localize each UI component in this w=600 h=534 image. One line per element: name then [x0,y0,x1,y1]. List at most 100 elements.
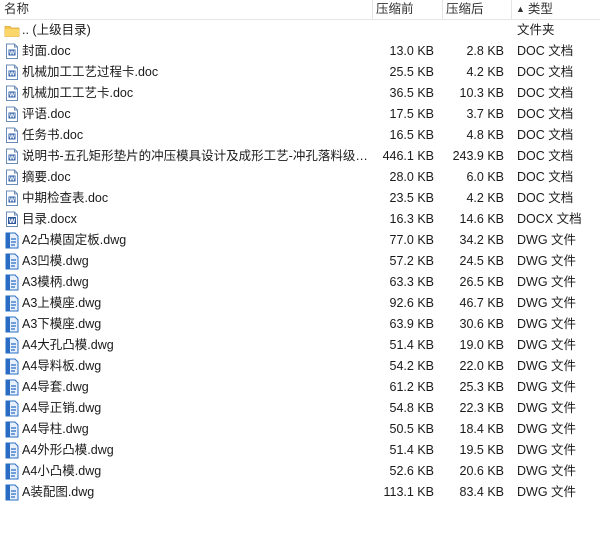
dwg-file-icon [4,419,20,440]
file-name: 说明书-五孔矩形垫片的冲压模具设计及成形工艺-冲孔落料级进... [22,149,372,163]
list-item[interactable]: W 说明书-五孔矩形垫片的冲压模具设计及成形工艺-冲孔落料级进... 446.1 K… [0,146,600,167]
compressed-size [376,20,434,41]
original-size: 19.0 KB [459,338,504,352]
file-type: DWG 文件 [517,296,577,310]
file-type: DWG 文件 [517,464,577,478]
file-type: DOC 文档 [517,149,574,163]
file-name: A装配图.dwg [22,485,95,499]
column-header-compressed[interactable]: 压缩前 [376,0,414,19]
list-item[interactable]: W 机械加工工艺过程卡.doc 25.5 KB 4.2 KB DOC 文档 [0,62,600,83]
list-item[interactable]: W 封面.doc 13.0 KB 2.8 KB DOC 文档 [0,41,600,62]
list-item[interactable]: W 摘要.doc 28.0 KB 6.0 KB DOC 文档 [0,167,600,188]
file-name: 摘要.doc [22,170,71,184]
file-type: DWG 文件 [517,422,577,436]
list-item[interactable]: A4导料板.dwg 54.2 KB 22.0 KB DWG 文件 [0,356,600,377]
dwg-file-icon [4,335,20,356]
file-name: 评语.doc [22,107,71,121]
compressed-size: 36.5 KB [389,86,434,100]
list-item[interactable]: A4导套.dwg 61.2 KB 25.3 KB DWG 文件 [0,377,600,398]
folder-icon [4,20,20,41]
list-item[interactable]: A2凸模固定板.dwg 77.0 KB 34.2 KB DWG 文件 [0,230,600,251]
list-item[interactable]: A装配图.dwg 113.1 KB 83.4 KB DWG 文件 [0,482,600,503]
file-type: DWG 文件 [517,275,577,289]
original-size: 243.9 KB [452,149,504,163]
file-name: A4导料板.dwg [22,359,102,373]
file-type: DOC 文档 [517,191,574,205]
column-header-original[interactable]: 压缩后 [446,0,484,19]
file-type: DOC 文档 [517,128,574,142]
file-type: DOC 文档 [517,65,574,79]
file-type: DWG 文件 [517,443,577,457]
doc-file-icon: W [4,188,20,209]
svg-text:W: W [9,198,15,204]
dwg-file-icon [4,377,20,398]
column-divider[interactable] [511,0,512,19]
file-type: DWG 文件 [517,317,577,331]
doc-file-icon: W [4,167,20,188]
compressed-size: 113.1 KB [383,485,434,499]
column-divider[interactable] [442,0,443,19]
original-size: 3.7 KB [466,107,504,121]
compressed-size: 28.0 KB [389,170,434,184]
compressed-size: 63.9 KB [389,317,434,331]
file-type: DOC 文档 [517,44,574,58]
list-item[interactable]: W 中期检查表.doc 23.5 KB 4.2 KB DOC 文档 [0,188,600,209]
compressed-size: 61.2 KB [389,380,434,394]
list-item[interactable]: A4导柱.dwg 50.5 KB 18.4 KB DWG 文件 [0,419,600,440]
column-header-bar: 名称 压缩前 压缩后 ▲ 类型 [0,0,600,20]
file-type: DWG 文件 [517,380,577,394]
file-type: DWG 文件 [517,338,577,352]
list-item[interactable]: W 任务书.doc 16.5 KB 4.8 KB DOC 文档 [0,125,600,146]
list-item[interactable]: W 目录.docx 16.3 KB 14.6 KB DOCX 文档 [0,209,600,230]
svg-text:W: W [9,177,15,183]
column-divider[interactable] [372,0,373,19]
original-size [446,20,504,41]
file-name: 目录.docx [22,212,77,226]
list-item[interactable]: A4外形凸模.dwg 51.4 KB 19.5 KB DWG 文件 [0,440,600,461]
compressed-size: 25.5 KB [389,65,434,79]
dwg-file-icon [4,440,20,461]
dwg-file-icon [4,272,20,293]
list-item[interactable]: .. (上级目录) 文件夹 [0,20,600,41]
compressed-size: 63.3 KB [389,275,434,289]
list-item[interactable]: W 评语.doc 17.5 KB 3.7 KB DOC 文档 [0,104,600,125]
list-item[interactable]: A4大孔凸模.dwg 51.4 KB 19.0 KB DWG 文件 [0,335,600,356]
file-type: DWG 文件 [517,401,577,415]
dwg-file-icon [4,356,20,377]
doc-file-icon: W [4,146,20,167]
docx-file-icon: W [4,209,20,230]
doc-file-icon: W [4,41,20,62]
compressed-size: 446.1 KB [382,149,434,163]
list-item[interactable]: A3上模座.dwg 92.6 KB 46.7 KB DWG 文件 [0,293,600,314]
original-size: 2.8 KB [466,44,504,58]
dwg-file-icon [4,398,20,419]
file-type: DWG 文件 [517,485,577,499]
list-item[interactable]: W 机械加工工艺卡.doc 36.5 KB 10.3 KB DOC 文档 [0,83,600,104]
list-item[interactable]: A4导正销.dwg 54.8 KB 22.3 KB DWG 文件 [0,398,600,419]
compressed-size: 16.5 KB [389,128,434,142]
file-name: 中期检查表.doc [22,191,109,205]
column-header-type[interactable]: ▲ 类型 [516,0,553,19]
list-item[interactable]: A3模柄.dwg 63.3 KB 26.5 KB DWG 文件 [0,272,600,293]
svg-text:W: W [9,93,15,99]
doc-file-icon: W [4,83,20,104]
original-size: 22.3 KB [459,401,504,415]
svg-text:W: W [9,114,15,120]
file-name: A4大孔凸模.dwg [22,338,114,352]
original-size: 20.6 KB [459,464,504,478]
file-type: DOC 文档 [517,170,574,184]
column-header-name[interactable]: 名称 [4,0,29,19]
dwg-file-icon [4,482,20,503]
list-item[interactable]: A3下模座.dwg 63.9 KB 30.6 KB DWG 文件 [0,314,600,335]
file-name: A4导正销.dwg [22,401,102,415]
svg-text:W: W [9,51,15,57]
dwg-file-icon [4,251,20,272]
file-type: DWG 文件 [517,359,577,373]
list-item[interactable]: A4小凸模.dwg 52.6 KB 20.6 KB DWG 文件 [0,461,600,482]
compressed-size: 54.2 KB [389,359,434,373]
dwg-file-icon [4,314,20,335]
file-type: 文件夹 [517,23,555,37]
dwg-file-icon [4,293,20,314]
file-list: .. (上级目录) 文件夹 W 封面.doc 13.0 KB 2.8 KB DOC 文档 W 机… [0,20,600,503]
list-item[interactable]: A3凹模.dwg 57.2 KB 24.5 KB DWG 文件 [0,251,600,272]
